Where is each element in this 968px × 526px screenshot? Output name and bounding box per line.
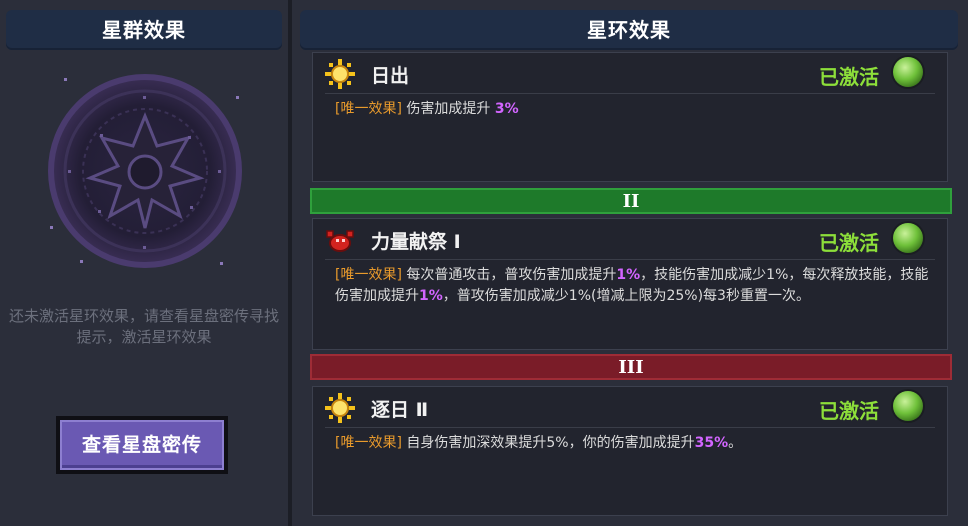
effect-description: [唯一效果] 每次普通攻击，普攻伤害加成提升1%，技能伤害加成减少1%，每次释放… [335,265,931,307]
activated-gem-icon [893,57,923,87]
effect-description: [唯一效果] 自身伤害加深效果提升5%，你的伤害加成提升35%。 [335,433,931,454]
desc-text: 自身伤害加深效果提升5%，你的伤害加成提升 [401,435,695,451]
card-title-row: 逐日 Ⅱ 已激活 [325,391,935,423]
effect-description: [唯一效果] 伤害加成提升 3% [335,99,931,120]
unique-effect-tag: [唯一效果] [335,267,402,283]
tier-3-bar: III [310,354,952,380]
desc-highlight: 1% [616,267,641,283]
view-star-disc-secrets-button[interactable]: 查看星盘密传 [56,416,228,474]
activated-status: 已激活 [819,65,879,89]
desc-text: 每次普通攻击，普攻伤害加成提升 [401,267,617,283]
effect-card-chasing-sun: 逐日 Ⅱ 已激活 [唯一效果] 自身伤害加深效果提升5%，你的伤害加成提升35%… [312,386,948,516]
inactive-hint-text: 还未激活星环效果，请查看星盘密传寻找提示，激活星环效果 [8,307,279,346]
desc-highlight: 1% [419,288,443,304]
card-divider [325,259,935,260]
desc-text: 伤害加成提升 [401,101,495,117]
card-divider [325,93,935,94]
effect-card-power-sacrifice: 力量献祭 Ⅰ 已激活 [唯一效果] 每次普通攻击，普攻伤害加成提升1%，技能伤害… [312,218,948,350]
activated-gem-icon [893,391,923,421]
star-ring-effect-title: 星环效果 [300,10,958,50]
card-title-row: 日出 已激活 [325,57,935,89]
sun-icon [325,393,355,423]
effect-name: 力量献祭 Ⅰ [371,231,461,253]
card-divider [325,427,935,428]
activated-status: 已激活 [819,231,879,255]
effect-name: 日出 [371,65,410,87]
constellation-effect-title: 星群效果 [6,10,282,50]
constellation-panel: 星群效果 还未激活星环效果，请查看星盘密传寻找提示，激活星环效果 查看星盘密传 [0,0,288,526]
star-disc-icon [40,66,250,276]
card-title-row: 力量献祭 Ⅰ 已激活 [325,223,935,255]
desc-highlight: 35% [694,435,729,451]
activated-gem-icon [893,223,923,253]
sun-icon [325,59,355,89]
desc-text: ，普攻伤害加成减少1%(增减上限为25%)每3秒重置一次。 [442,288,810,304]
effect-card-sunrise: 日出 已激活 [唯一效果] 伤害加成提升 3% [312,52,948,182]
tier-2-bar: II [310,188,952,214]
unique-effect-tag: [唯一效果] [335,435,402,451]
red-crab-icon [325,225,355,255]
unique-effect-tag: [唯一效果] [335,101,402,117]
desc-highlight: 3% [494,101,519,117]
effect-name: 逐日 Ⅱ [371,399,429,421]
desc-text: 。 [728,435,743,451]
activated-status: 已激活 [819,399,879,423]
star-ring-panel: 星环效果 日出 已激活 [唯一效果] 伤害加成提升 3% II 力量献祭 Ⅰ 已… [292,0,968,526]
